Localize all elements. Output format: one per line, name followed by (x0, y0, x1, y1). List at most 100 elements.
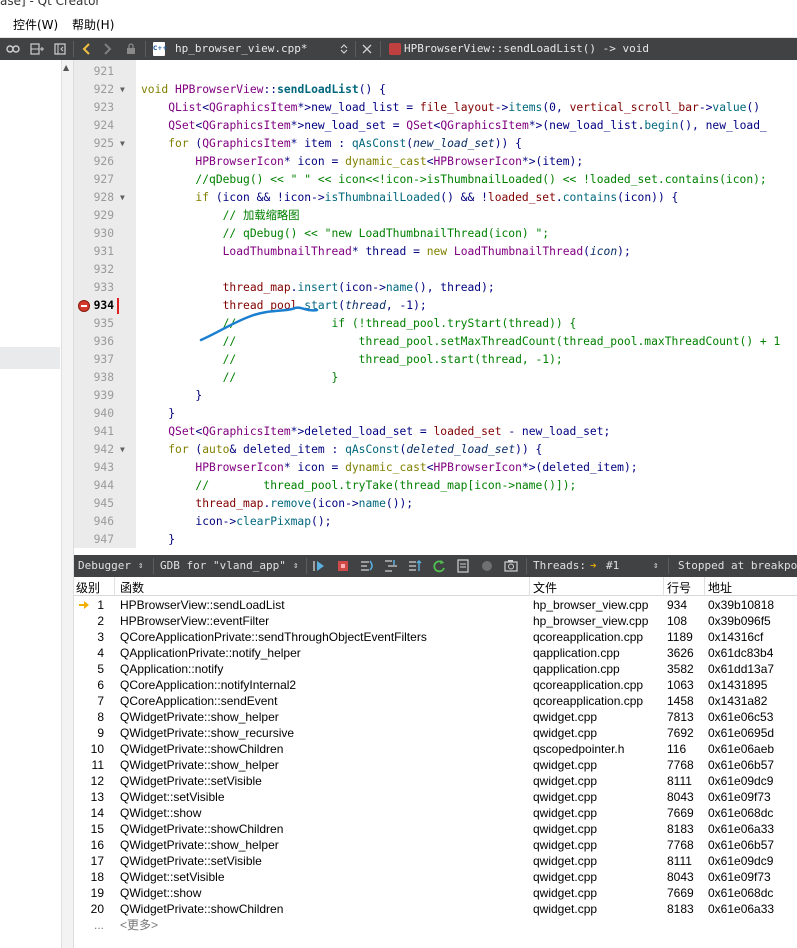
line-number[interactable]: 924 (74, 117, 114, 135)
code-line[interactable]: 925 ▼ for (QGraphicsItem* item : qAsConst… (74, 135, 797, 153)
stack-view[interactable]: 级别 函数 文件 行号 地址 1 HPBrowserView::sendLoadL… (74, 577, 797, 948)
stack-frame-row[interactable]: 8 QWidgetPrivate::show_helper qwidget.cpp 7… (74, 709, 797, 725)
line-number[interactable]: 925 (74, 135, 114, 153)
stack-frame-row[interactable]: 2 HPBrowserView::eventFilter hp_browser_vi… (74, 613, 797, 629)
fold-toggle-icon[interactable]: ▼ (120, 135, 125, 153)
stack-frame-row[interactable]: 10 QWidgetPrivate::showChildren qscopedpoi… (74, 741, 797, 757)
instruction-mode-icon[interactable] (456, 558, 470, 574)
code-line[interactable]: 924 QSet<QGraphicsItem*>new_load_set = Q… (74, 117, 797, 135)
code-line[interactable]: 936 // thread_pool.setMaxThreadCount(thr… (74, 333, 797, 351)
line-number[interactable]: 921 (74, 63, 114, 81)
stack-frame-row[interactable]: 19 QWidget::show qwidget.cpp 7669 0x61e068dc (74, 885, 797, 901)
line-number[interactable]: 923 (74, 99, 114, 117)
code-editor[interactable]: 921 922 ▼ void HPBrowserView::sendLoadList(… (74, 60, 797, 548)
stack-frame-row[interactable]: 5 QApplication::notify qapplication.cpp 358… (74, 661, 797, 677)
stack-frame-row[interactable]: 13 QWidget::setVisible qwidget.cpp 8043 0x61… (74, 789, 797, 805)
record-icon[interactable] (480, 558, 494, 574)
header-function[interactable]: 函数 (120, 579, 144, 596)
step-out-icon[interactable] (408, 558, 422, 574)
line-number[interactable]: 940 (74, 405, 114, 423)
stack-frame-row[interactable]: 14 QWidget::show qwidget.cpp 7669 0x61e068dc (74, 805, 797, 821)
line-number[interactable]: 943 (74, 459, 114, 477)
stack-frame-row[interactable]: 16 QWidgetPrivate::show_helper qwidget.cpp… (74, 837, 797, 853)
stack-frame-row[interactable]: 15 QWidgetPrivate::showChildren qwidget.cp… (74, 821, 797, 837)
code-line[interactable]: 927 //qDebug() << " " << icon<<!icon->is… (74, 171, 797, 189)
menu-help[interactable]: 帮助(H) (72, 16, 114, 33)
code-line[interactable]: 946 icon->clearPixmap(); (74, 513, 797, 531)
header-level[interactable]: 级别 (76, 579, 100, 596)
line-number[interactable]: 930 (74, 225, 114, 243)
stack-more-row[interactable]: ... <更多> (74, 917, 797, 933)
thread-selector[interactable]: #1 (606, 559, 619, 572)
stack-frame-row[interactable]: 20 QWidgetPrivate::showChildren qwidget.cp… (74, 901, 797, 917)
sidebar-scrollbar[interactable] (61, 60, 73, 948)
code-line[interactable]: 922 ▼ void HPBrowserView::sendLoadList() { (74, 81, 797, 99)
step-over-icon[interactable] (360, 558, 374, 574)
line-number[interactable]: 939 (74, 387, 114, 405)
engine-selector[interactable]: GDB for "vland_app" (160, 559, 286, 572)
line-number[interactable]: 929 (74, 207, 114, 225)
scroll-up-icon[interactable]: ▲ (63, 63, 69, 72)
thread-dropdown-icon[interactable]: ⇕ (653, 561, 658, 571)
code-line[interactable]: 932 (74, 261, 797, 279)
code-line[interactable]: 921 (74, 63, 797, 81)
line-number[interactable]: 936 (74, 333, 114, 351)
stack-frame-row[interactable]: 11 QWidgetPrivate::show_helper qwidget.cpp… (74, 757, 797, 773)
fold-toggle-icon[interactable]: ▼ (120, 441, 125, 459)
close-sidebar-icon[interactable] (52, 38, 68, 60)
header-line[interactable]: 行号 (667, 579, 691, 596)
back-arrow-icon[interactable] (78, 38, 94, 60)
fold-toggle-icon[interactable]: ▼ (120, 81, 125, 99)
line-number[interactable]: 944 (74, 477, 114, 495)
code-line[interactable]: 939 } (74, 387, 797, 405)
stack-frame-row[interactable]: 1 HPBrowserView::sendLoadList hp_browser_v… (74, 597, 797, 613)
stack-frame-row[interactable]: 9 QWidgetPrivate::show_recursive qwidget.c… (74, 725, 797, 741)
line-number[interactable]: 926 (74, 153, 114, 171)
line-number[interactable]: 937 (74, 351, 114, 369)
screenshot-icon[interactable] (504, 558, 518, 574)
code-line[interactable]: 941 QSet<QGraphicsItem*>deleted_load_set… (74, 423, 797, 441)
split-icon[interactable] (28, 38, 46, 60)
code-line[interactable]: 943 HPBrowserIcon* icon = dynamic_cast<H… (74, 459, 797, 477)
code-line[interactable]: 926 HPBrowserIcon* icon = dynamic_cast<H… (74, 153, 797, 171)
code-line[interactable]: 930 // qDebug() << "new LoadThumbnailThr… (74, 225, 797, 243)
file-dropdown-icon[interactable] (337, 38, 351, 60)
code-line[interactable]: 923 QList<QGraphicsItem*>new_load_list =… (74, 99, 797, 117)
menu-controls[interactable]: 控件(W) (13, 16, 58, 33)
code-line[interactable]: 942 ▼ for (auto& deleted_item : qAsConst(… (74, 441, 797, 459)
code-line[interactable]: 938 // } (74, 369, 797, 387)
step-into-icon[interactable] (384, 558, 398, 574)
stack-frame-row[interactable]: 4 QApplicationPrivate::notify_helper qappl… (74, 645, 797, 661)
forward-arrow-icon[interactable] (100, 38, 116, 60)
code-line[interactable]: 937 // thread_pool.start(thread, -1); (74, 351, 797, 369)
restart-icon[interactable] (432, 558, 446, 574)
sidebar-selected-row[interactable] (0, 347, 60, 369)
stack-frame-row[interactable]: 17 QWidgetPrivate::setVisible qwidget.cpp 8… (74, 853, 797, 869)
fold-toggle-icon[interactable]: ▼ (120, 189, 125, 207)
line-number[interactable]: 928 (74, 189, 114, 207)
line-number[interactable]: 932 (74, 261, 114, 279)
link-icon[interactable] (4, 38, 22, 60)
line-number[interactable]: 941 (74, 423, 114, 441)
continue-icon[interactable] (312, 558, 326, 574)
code-line[interactable]: 933 thread_map.insert(icon->name(), thre… (74, 279, 797, 297)
stack-frame-row[interactable]: 3 QCoreApplicationPrivate::sendThroughObj… (74, 629, 797, 645)
code-line[interactable]: 935 // if (!thread_pool.tryStart(thread)… (74, 315, 797, 333)
line-number[interactable]: 922 (74, 81, 114, 99)
line-number[interactable]: 946 (74, 513, 114, 531)
code-line[interactable]: 947 } (74, 531, 797, 548)
code-line[interactable]: 945 thread_map.remove(icon->name()); (74, 495, 797, 513)
stop-icon[interactable] (336, 558, 350, 574)
engine-dropdown-icon[interactable]: ⇕ (293, 561, 298, 571)
stack-frame-row[interactable]: 12 QWidgetPrivate::setVisible qwidget.cpp 8… (74, 773, 797, 789)
debugger-dropdown-icon[interactable]: ⇕ (138, 561, 143, 571)
line-number[interactable]: 931 (74, 243, 114, 261)
debugger-selector[interactable]: Debugger (78, 559, 131, 572)
stack-frame-row[interactable]: 7 QCoreApplication::sendEvent qcoreapplica… (74, 693, 797, 709)
breakpoint-icon[interactable] (78, 300, 90, 312)
stack-frame-row[interactable]: 6 QCoreApplication::notifyInternal2 qcorea… (74, 677, 797, 693)
line-number[interactable]: 935 (74, 315, 114, 333)
line-number[interactable]: 938 (74, 369, 114, 387)
line-number[interactable]: 933 (74, 279, 114, 297)
line-number[interactable]: 927 (74, 171, 114, 189)
